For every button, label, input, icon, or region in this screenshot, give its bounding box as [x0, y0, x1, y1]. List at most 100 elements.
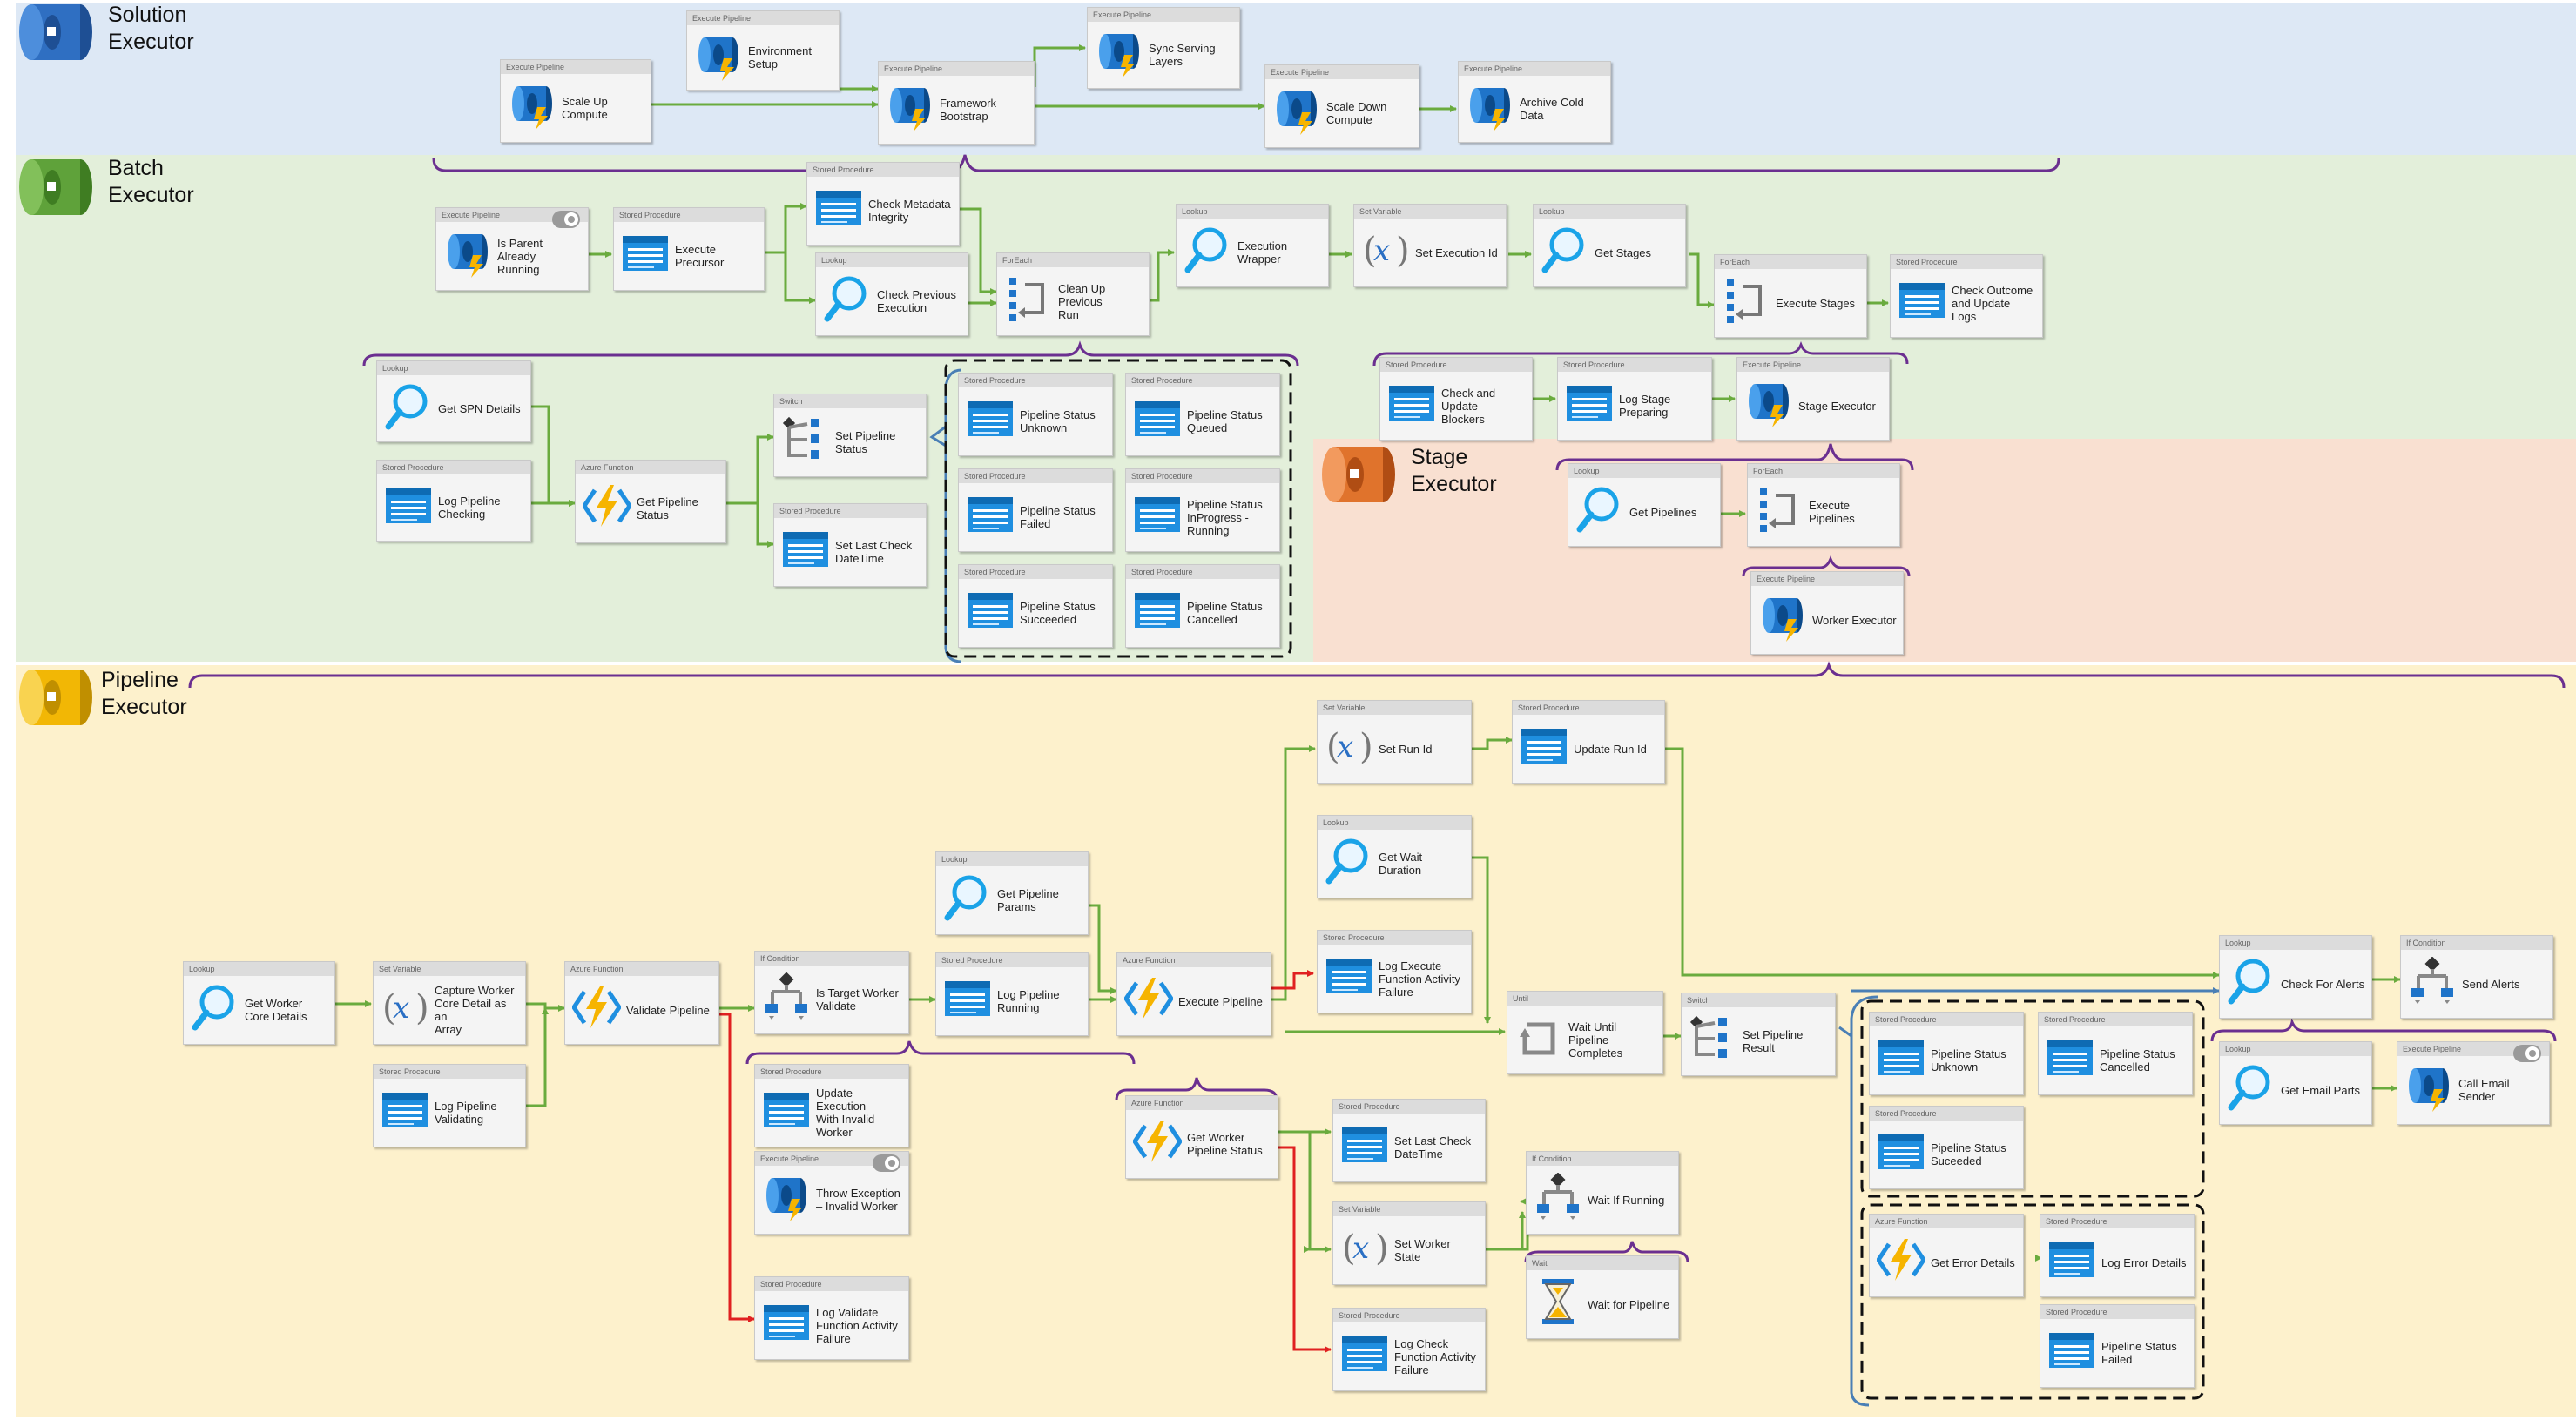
activity-get-worker-core-details[interactable]: Lookup Get Worker Core Details [183, 961, 335, 1045]
activity-environment-setup[interactable]: Execute Pipeline Environment Setup [686, 10, 840, 91]
activity-name: Send Alerts [2462, 977, 2520, 991]
activity-set-last-check-datetime-1[interactable]: Stored Procedure Set Last Check DateTime [773, 503, 927, 587]
activity-is-target-worker-validate[interactable]: If Condition Is Target Worker Validate [754, 951, 909, 1034]
activity-name: Log Pipeline Running [997, 988, 1060, 1014]
activity-ps-failed-2[interactable]: Stored Procedure Pipeline Status Failed [2040, 1304, 2195, 1388]
activity-log-validate-function-failure[interactable]: Stored Procedure Log Validate Function Ac… [754, 1276, 909, 1360]
activity-set-pipeline-result[interactable]: Switch Set Pipeline Result [1681, 993, 1836, 1076]
activity-wait-if-running[interactable]: If Condition Wait If Running [1526, 1151, 1679, 1235]
activity-throw-exception-invalid-worker[interactable]: Execute Pipeline Throw Exception – Invali… [754, 1151, 909, 1235]
activity-wait-for-pipeline[interactable]: Wait Wait for Pipeline [1526, 1255, 1679, 1339]
activity-check-for-alerts[interactable]: Lookup Check For Alerts [2219, 935, 2372, 1019]
activity-execution-wrapper[interactable]: Lookup Execution Wrapper [1176, 204, 1329, 287]
activity-ps-queued[interactable]: Stored Procedure Pipeline Status Queued [1125, 373, 1280, 456]
activity-ps-failed-1[interactable]: Stored Procedure Pipeline Status Failed [958, 468, 1113, 552]
activity-execute-pipelines[interactable]: ForEach Execute Pipelines [1747, 463, 1900, 547]
activity-get-wait-duration[interactable]: Lookup Get Wait Duration [1317, 815, 1472, 898]
activity-type-label: Stored Procedure [1891, 255, 2042, 269]
if-icon [1534, 1172, 1582, 1221]
activity-name: Update Run Id [1574, 742, 1647, 756]
activity-scale-down-compute[interactable]: Execute Pipeline Scale Down Compute [1264, 64, 1419, 148]
activity-get-pipeline-params[interactable]: Lookup Get Pipeline Params [935, 851, 1089, 935]
activity-ps-succeeded-1[interactable]: Stored Procedure Pipeline Status Succeede… [958, 564, 1113, 648]
activity-check-previous-execution[interactable]: Lookup Check Previous Execution [815, 252, 968, 336]
activity-get-pipelines[interactable]: Lookup Get Pipelines [1568, 463, 1721, 547]
activity-clean-up-previous-run[interactable]: ForEach Clean Up Previous Run [996, 252, 1150, 336]
activity-capture-worker-core-detail[interactable]: Set Variable (x) Capture Worker Core Detai… [373, 961, 526, 1045]
activity-state-toggle-icon[interactable] [872, 1154, 901, 1173]
activity-ps-unknown-2[interactable]: Stored Procedure Pipeline Status Unknown [1869, 1012, 2024, 1095]
stored-procedure-icon [943, 974, 992, 1023]
activity-type-label: Lookup [1568, 464, 1720, 478]
activity-log-error-details[interactable]: Stored Procedure Log Error Details [2040, 1214, 2195, 1297]
activity-archive-cold-data[interactable]: Execute Pipeline Archive Cold Data [1458, 61, 1611, 143]
activity-scale-up-compute[interactable]: Execute Pipeline Scale Up Compute [500, 59, 651, 143]
activity-type-label: Lookup [1318, 816, 1471, 830]
activity-name: Set Last Check DateTime [835, 539, 913, 565]
activity-get-worker-pipeline-status[interactable]: Azure Function Get Worker Pipeline Status [1125, 1095, 1278, 1179]
activity-type-label: Stored Procedure [1126, 565, 1279, 579]
activity-log-check-function-failure[interactable]: Stored Procedure Log Check Function Activ… [1332, 1308, 1486, 1391]
activity-update-run-id[interactable]: Stored Procedure Update Run Id [1512, 700, 1665, 784]
activity-name: Get Error Details [1931, 1255, 2015, 1269]
activity-ps-cancelled-2[interactable]: Stored Procedure Pipeline Status Cancelle… [2038, 1012, 2193, 1095]
activity-execute-precursor[interactable]: Stored Procedure Execute Precursor [613, 207, 765, 291]
activity-log-pipeline-checking[interactable]: Stored Procedure Log Pipeline Checking [376, 460, 531, 542]
activity-state-toggle-icon[interactable] [2512, 1044, 2542, 1063]
activity-type-label: Stored Procedure [774, 504, 926, 518]
activity-log-stage-preparing[interactable]: Stored Procedure Log Stage Preparing [1557, 357, 1712, 441]
activity-get-email-parts[interactable]: Lookup Get Email Parts [2219, 1041, 2372, 1125]
activity-validate-pipeline[interactable]: Azure Function Validate Pipeline [564, 961, 719, 1045]
activity-state-toggle-icon[interactable] [551, 210, 581, 229]
activity-get-error-details[interactable]: Azure Function Get Error Details [1869, 1214, 2024, 1297]
activity-name: Set Execution Id [1415, 246, 1498, 259]
activity-name: Pipeline Status Unknown [1931, 1047, 2006, 1073]
svg-text:): ) [1375, 1228, 1389, 1269]
pipeline-icon [1758, 593, 1807, 642]
activity-set-execution-id[interactable]: Set Variable (x) Set Execution Id [1353, 204, 1507, 287]
activity-set-pipeline-status[interactable]: Switch Set Pipeline Status [773, 394, 927, 477]
activity-ps-succeeded-2[interactable]: Stored Procedure Pipeline Status Suceeded [1869, 1106, 2024, 1189]
activity-update-execution-invalid-worker[interactable]: Stored Procedure Update Execution With In… [754, 1064, 909, 1147]
activity-framework-bootstrap[interactable]: Execute Pipeline Framework Bootstrap [878, 61, 1035, 145]
activity-check-metadata-integrity[interactable]: Stored Procedure Check Metadata Integrity [806, 162, 960, 246]
stored-procedure-icon [1340, 1329, 1389, 1378]
activity-call-email-sender[interactable]: Execute Pipeline Call Email Sender [2397, 1041, 2550, 1125]
pipeline-icon [1466, 83, 1514, 131]
activity-stage-executor[interactable]: Execute Pipeline Stage Executor [1736, 357, 1890, 441]
lookup-icon [943, 873, 992, 922]
activity-name: Pipeline Status Failed [1020, 504, 1096, 530]
activity-log-pipeline-running[interactable]: Stored Procedure Log Pipeline Running [935, 952, 1089, 1036]
switch-icon [1689, 1014, 1737, 1063]
activity-ps-cancelled-1[interactable]: Stored Procedure Pipeline Status Cancelle… [1125, 564, 1280, 648]
activity-name: Get Pipeline Params [997, 887, 1059, 913]
svg-text:): ) [1396, 231, 1410, 271]
activity-set-run-id[interactable]: Set Variable (x) Set Run Id [1317, 700, 1472, 784]
activity-ps-inprogress[interactable]: Stored Procedure Pipeline Status InProgre… [1125, 468, 1280, 552]
activity-set-last-check-datetime-2[interactable]: Stored Procedure Set Last Check DateTime [1332, 1099, 1486, 1182]
activity-set-worker-state[interactable]: Set Variable (x) Set Worker State [1332, 1201, 1486, 1285]
activity-send-alerts[interactable]: If Condition Send Alerts [2400, 935, 2553, 1019]
activity-name: Call Email Sender [2458, 1077, 2510, 1103]
activity-get-spn-details[interactable]: Lookup Get SPN Details [376, 360, 531, 442]
activity-execute-pipeline[interactable]: Azure Function Execute Pipeline [1116, 952, 1271, 1036]
activity-name: Update Execution With Invalid Worker [816, 1087, 875, 1139]
activity-sync-serving-layers[interactable]: Execute Pipeline Sync Serving Layers [1087, 7, 1240, 89]
activity-wait-until-pipeline-completes[interactable]: Until Wait Until Pipeline Completes [1507, 991, 1663, 1074]
activity-ps-unknown-1[interactable]: Stored Procedure Pipeline Status Unknown [958, 373, 1113, 456]
activity-log-execute-function-failure[interactable]: Stored Procedure Log Execute Function Act… [1317, 930, 1472, 1013]
activity-execute-stages[interactable]: ForEach Execute Stages [1714, 254, 1867, 338]
activity-worker-executor[interactable]: Execute Pipeline Worker Executor [1750, 571, 1904, 655]
activity-is-parent-already-running[interactable]: Execute Pipeline Is Parent Already Runnin… [435, 207, 589, 291]
activity-check-update-blockers[interactable]: Stored Procedure Check and Update Blocker… [1379, 357, 1533, 441]
activity-check-outcome-update-logs[interactable]: Stored Procedure Check Outcome and Update… [1890, 254, 2043, 338]
stored-procedure-icon [1133, 586, 1182, 635]
activity-get-pipeline-status[interactable]: Azure Function Get Pipeline Status [575, 460, 726, 543]
stored-procedure-icon [1325, 952, 1373, 1000]
activity-get-stages[interactable]: Lookup Get Stages [1533, 204, 1686, 287]
foreach-icon [1755, 485, 1804, 534]
activity-name: Check and Update Blockers [1441, 386, 1496, 426]
activity-type-label: Stored Procedure [755, 1277, 908, 1291]
activity-log-pipeline-validating[interactable]: Stored Procedure Log Pipeline Validating [373, 1064, 526, 1147]
solution-executor-title: Solution Executor [108, 3, 194, 54]
